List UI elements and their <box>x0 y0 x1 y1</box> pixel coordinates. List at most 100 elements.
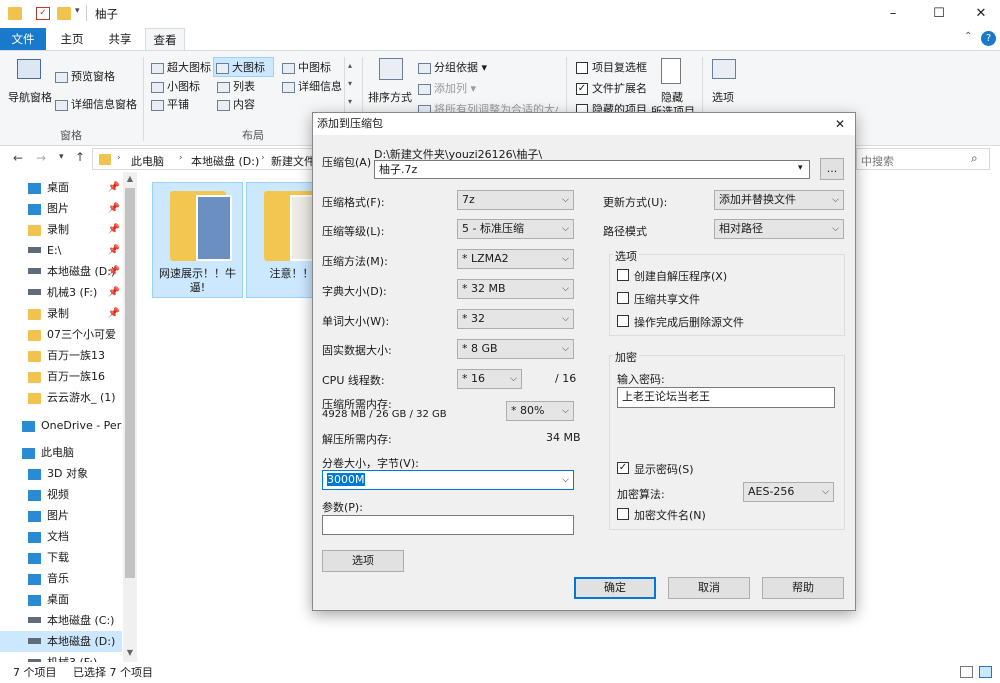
shared-checkbox[interactable] <box>617 292 629 304</box>
level-select[interactable]: 5 - 标准压缩 ⌵ <box>457 219 574 239</box>
params-input[interactable] <box>322 515 574 535</box>
nav-item[interactable]: 本地磁盘 (C:) <box>0 610 122 631</box>
nav-item[interactable]: 下载 <box>0 547 122 568</box>
file-ext-checkbox[interactable]: ✓ <box>576 83 588 95</box>
breadcrumb-item[interactable]: 本地磁盘 (D:) <box>191 153 259 169</box>
tab-file[interactable]: 文件 <box>0 28 46 50</box>
nav-item[interactable]: 图片 <box>0 505 122 526</box>
nav-scrollbar[interactable]: ▲ ▼ <box>123 172 137 662</box>
chevron-down-icon[interactable]: ▾ <box>798 163 803 173</box>
dict-select[interactable]: * 32 MB ⌵ <box>457 279 574 299</box>
nav-item[interactable]: 百万一族13 <box>0 345 122 366</box>
back-icon[interactable]: ← <box>13 151 23 165</box>
nav-item[interactable]: 云云游水_ (1) <box>0 387 122 408</box>
layout-list[interactable]: 列表 <box>217 78 255 94</box>
method-select[interactable]: * LZMA2 ⌵ <box>457 249 574 269</box>
close-button[interactable]: ✕ <box>958 0 1000 28</box>
cancel-button[interactable]: 取消 <box>668 577 750 599</box>
nav-item[interactable]: OneDrive - Personal <box>0 415 122 436</box>
nav-item[interactable]: 录制 📌 <box>0 219 122 240</box>
tab-home[interactable]: 主页 <box>50 28 94 50</box>
pin-icon[interactable]: 📌 <box>108 198 120 219</box>
properties-icon[interactable]: ✓ <box>36 7 50 20</box>
nav-item[interactable]: 本地磁盘 (D:) <box>0 631 122 652</box>
preview-pane-button[interactable]: 预览窗格 <box>55 68 115 84</box>
enc-method-select[interactable]: AES-256 ⌵ <box>743 482 834 502</box>
nav-item[interactable]: 3D 对象 <box>0 463 122 484</box>
layout-medium-icons[interactable]: 中图标 <box>282 59 331 75</box>
layout-large-icons[interactable]: 大图标 <box>213 57 274 77</box>
forward-icon[interactable]: → <box>36 151 46 165</box>
tab-view[interactable]: 查看 <box>145 28 185 50</box>
archive-name-input[interactable]: 柚子.7z <box>374 160 810 179</box>
search-box[interactable]: 中搜索 ⌕ <box>856 148 990 170</box>
pin-icon[interactable]: 📌 <box>108 303 120 324</box>
options-button[interactable]: 选项 <box>322 550 404 572</box>
sort-button[interactable]: 排序方式 <box>368 89 412 105</box>
up-icon[interactable]: ↑ <box>75 150 85 164</box>
split-size-combo[interactable]: 3000M ⌵ <box>322 470 574 490</box>
breadcrumb-item[interactable]: 此电脑 <box>131 153 164 169</box>
details-view-icon[interactable] <box>960 666 973 678</box>
maximize-button[interactable]: ☐ <box>916 0 962 28</box>
pin-icon[interactable]: 📌 <box>108 240 120 261</box>
nav-item[interactable]: 文档 <box>0 526 122 547</box>
nav-item[interactable]: 视频 <box>0 484 122 505</box>
browse-button[interactable]: ... <box>820 158 844 180</box>
dialog-close-icon[interactable]: ✕ <box>835 113 845 135</box>
address-bar[interactable]: › 此电脑 › 本地磁盘 (D:) › 新建文件夹 <box>92 148 321 170</box>
options-button[interactable]: 选项 <box>712 89 734 105</box>
sfx-checkbox[interactable] <box>617 269 629 281</box>
word-select[interactable]: * 32 ⌵ <box>457 309 574 329</box>
nav-item[interactable]: 本地磁盘 (D:) 📌 <box>0 261 122 282</box>
solid-select[interactable]: * 8 GB ⌵ <box>457 339 574 359</box>
nav-item[interactable]: 07三个小可爱 <box>0 324 122 345</box>
item-checkbox-toggle[interactable]: 项目复选框 <box>576 59 647 75</box>
chevron-up-icon[interactable]: ⌃ <box>964 31 972 42</box>
file-ext-toggle[interactable]: ✓ 文件扩展名 <box>576 80 647 96</box>
new-folder-icon[interactable] <box>57 7 71 20</box>
recent-locations-icon[interactable]: ▾ <box>59 152 64 162</box>
nav-item[interactable]: 百万一族16 <box>0 366 122 387</box>
pin-icon[interactable]: 📌 <box>108 177 120 198</box>
mem-percent-select[interactable]: * 80% ⌵ <box>506 401 574 421</box>
encrypt-names-checkbox[interactable] <box>617 508 629 520</box>
details-pane-button[interactable]: 详细信息窗格 <box>55 96 137 112</box>
format-select[interactable]: 7z ⌵ <box>457 190 574 210</box>
layout-tiles[interactable]: 平铺 <box>151 96 189 112</box>
nav-item[interactable]: 图片 📌 <box>0 198 122 219</box>
nav-item[interactable]: 桌面 📌 <box>0 177 122 198</box>
nav-item[interactable]: 录制 📌 <box>0 303 122 324</box>
help-button[interactable]: 帮助 <box>762 577 844 599</box>
layout-scroll-icon[interactable]: ▴ ▾ ▾ <box>344 57 355 113</box>
customize-quick-access-icon[interactable]: ▾ <box>75 6 80 16</box>
scroll-up-icon[interactable]: ▲ <box>123 174 137 183</box>
pin-icon[interactable]: 📌 <box>108 219 120 240</box>
nav-item[interactable]: 机械3 (F:) 📌 <box>0 282 122 303</box>
path-select[interactable]: 相对路径 ⌵ <box>714 219 844 239</box>
nav-item[interactable]: 桌面 <box>0 589 122 610</box>
password-input[interactable]: 上老王论坛当老王 <box>617 387 835 408</box>
large-icons-view-icon[interactable] <box>979 666 992 678</box>
scroll-down-icon[interactable]: ▼ <box>123 648 137 657</box>
scrollbar-thumb[interactable] <box>125 188 135 578</box>
cpu-select[interactable]: * 16 ⌵ <box>457 369 522 389</box>
item-checkbox-box[interactable] <box>576 62 588 74</box>
help-icon[interactable]: ? <box>981 31 996 46</box>
file-item[interactable]: 网速展示！！牛逼! <box>152 182 243 298</box>
show-password-checkbox[interactable]: ✓ <box>617 462 629 474</box>
layout-small-icons[interactable]: 小图标 <box>151 78 200 94</box>
file-item[interactable]: 注意！！ <box>246 182 326 298</box>
search-icon[interactable]: ⌕ <box>971 151 978 166</box>
delete-checkbox[interactable] <box>617 315 629 327</box>
group-by-button[interactable]: 分组依据 ▾ <box>418 59 487 75</box>
nav-item[interactable]: 音乐 <box>0 568 122 589</box>
ok-button[interactable]: 确定 <box>574 577 656 599</box>
add-column-button[interactable]: 添加列 ▾ <box>418 80 476 96</box>
minimize-button[interactable]: – <box>870 0 916 28</box>
update-select[interactable]: 添加并替换文件 ⌵ <box>714 190 844 210</box>
pin-icon[interactable]: 📌 <box>108 282 120 303</box>
nav-pane-button[interactable]: 导航窗格 <box>8 89 52 105</box>
nav-item[interactable]: 此电脑 <box>0 442 122 463</box>
pin-icon[interactable]: 📌 <box>108 261 120 282</box>
